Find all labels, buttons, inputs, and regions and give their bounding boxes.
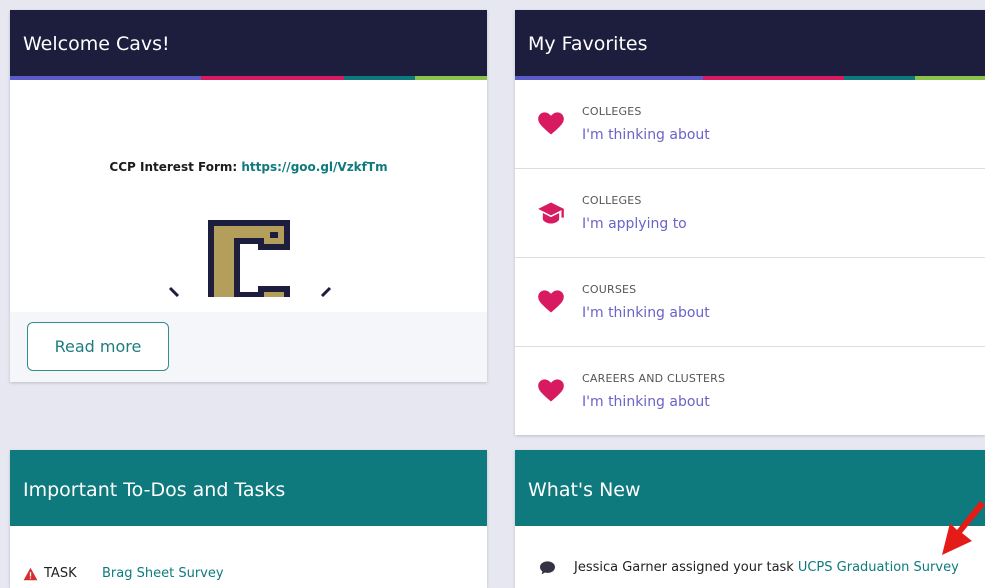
read-more-button[interactable]: Read more [27, 322, 169, 371]
todos-card: Important To-Dos and Tasks TASK Brag She… [10, 450, 487, 588]
header-stripe [10, 76, 487, 80]
favorite-item-courses-thinking[interactable]: COURSES I'm thinking about [515, 258, 985, 347]
favorite-category: COLLEGES [582, 194, 642, 207]
favorite-item-colleges-thinking[interactable]: COLLEGES I'm thinking about [515, 80, 985, 169]
chat-bubble-icon [540, 561, 555, 575]
heart-icon [538, 112, 564, 135]
ccp-label: CCP Interest Form: [109, 160, 238, 174]
warning-icon [23, 567, 38, 580]
favorite-link[interactable]: I'm applying to [582, 216, 687, 232]
graduation-cap-icon [538, 202, 564, 224]
favorite-link[interactable]: I'm thinking about [582, 394, 710, 410]
task-row: TASK Brag Sheet Survey [23, 566, 224, 581]
favorites-card: My Favorites COLLEGES I'm thinking about… [515, 10, 985, 435]
favorites-header: My Favorites [515, 10, 985, 76]
heart-icon [538, 379, 564, 402]
ccp-link[interactable]: https://goo.gl/VzkfTm [241, 160, 387, 174]
ccp-interest-line: CCP Interest Form: https://goo.gl/VzkfTm [10, 160, 487, 174]
news-link[interactable]: UCPS Graduation Survey [798, 560, 959, 575]
favorite-category: CAREERS AND CLUSTERS [582, 372, 726, 385]
red-arrow-annotation [942, 501, 985, 555]
favorite-link[interactable]: I'm thinking about [582, 305, 710, 321]
todos-header: Important To-Dos and Tasks [10, 450, 487, 526]
whats-new-header: What's New [515, 450, 985, 526]
favorite-item-careers-thinking[interactable]: CAREERS AND CLUSTERS I'm thinking about [515, 347, 985, 435]
favorite-link[interactable]: I'm thinking about [582, 127, 710, 143]
welcome-header: Welcome Cavs! [10, 10, 487, 76]
welcome-card: Welcome Cavs! CCP Interest Form: https:/… [10, 10, 487, 382]
news-item: Jessica Garner assigned your task UCPS G… [539, 560, 959, 575]
read-more-area: Read more [10, 312, 487, 382]
favorite-category: COURSES [582, 283, 637, 296]
news-text: Jessica Garner assigned your task [574, 560, 794, 575]
favorite-category: COLLEGES [582, 105, 642, 118]
task-link[interactable]: Brag Sheet Survey [102, 566, 224, 581]
whats-new-card: What's New Jessica Garner assigned your … [515, 450, 985, 588]
favorite-item-colleges-applying[interactable]: COLLEGES I'm applying to [515, 169, 985, 258]
cavaliers-c-logo [160, 208, 340, 297]
task-type-label: TASK [44, 566, 77, 581]
heart-icon [538, 290, 564, 313]
